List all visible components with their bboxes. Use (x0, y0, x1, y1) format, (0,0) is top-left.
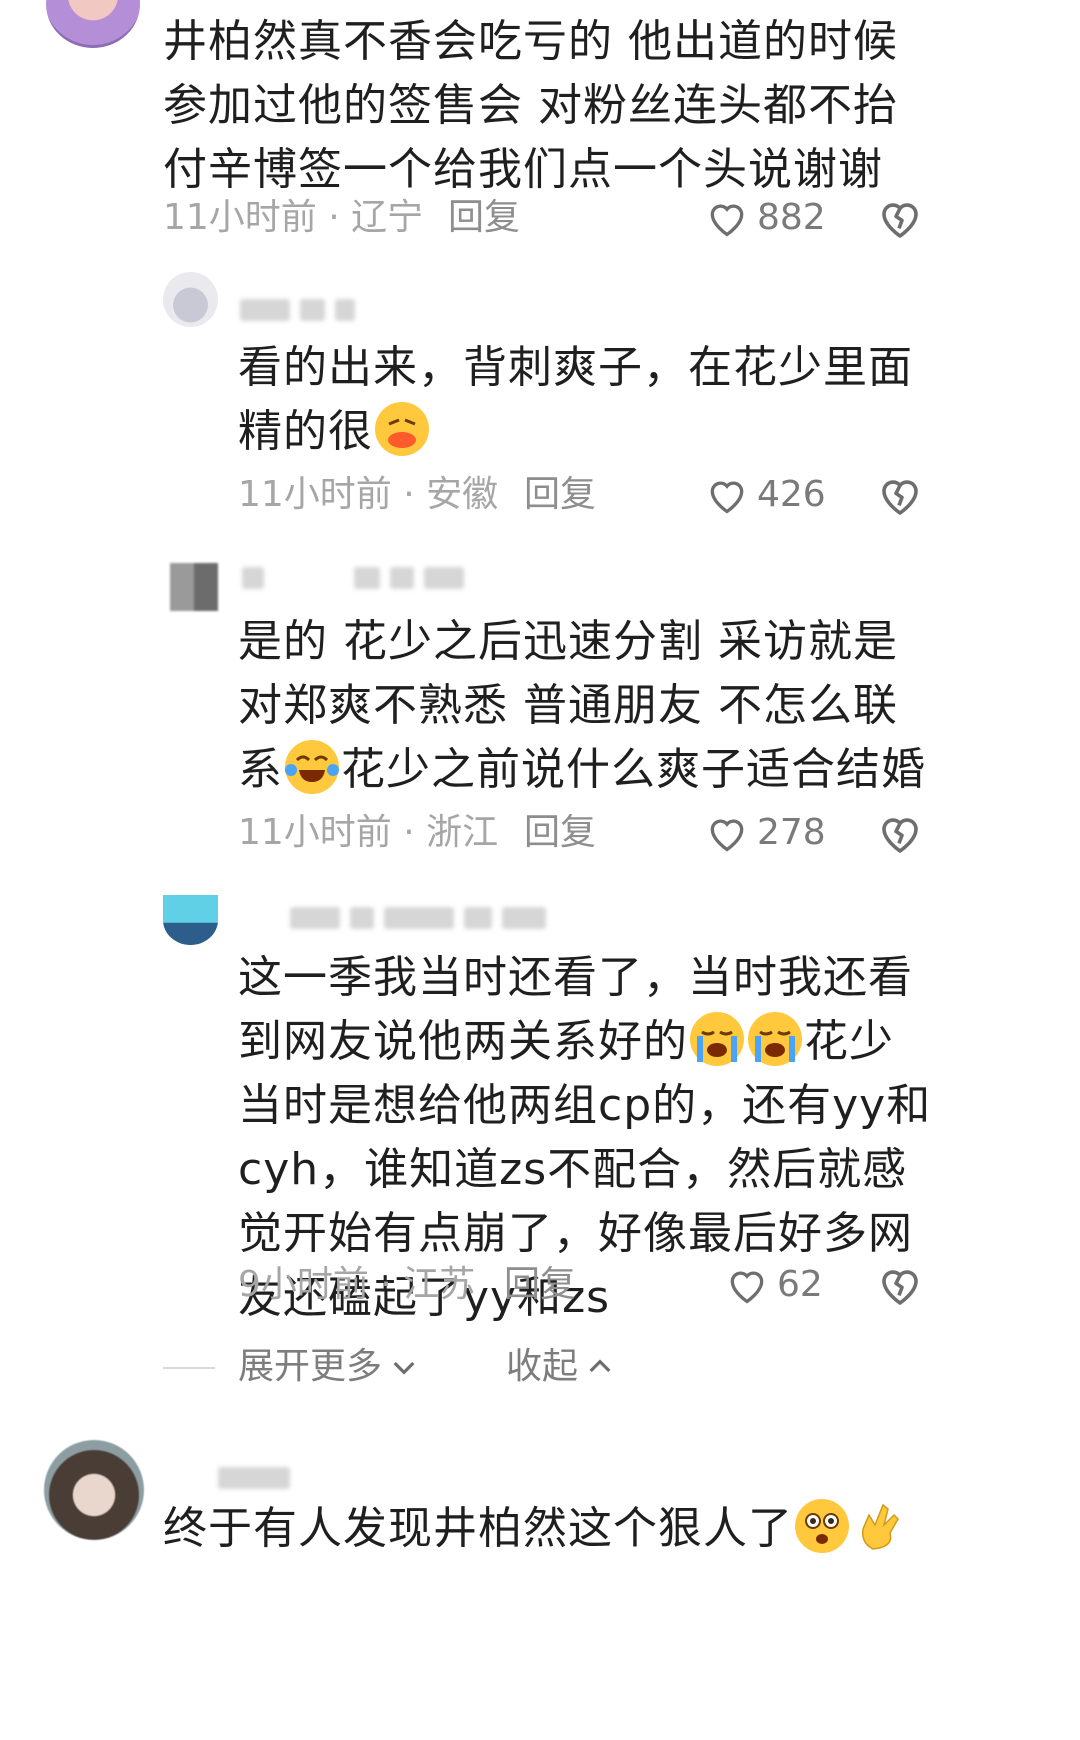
collapse-label: 收起 (506, 1346, 579, 1387)
ok-hand-emoji-icon (853, 1499, 907, 1553)
avatar[interactable] (170, 563, 218, 611)
like-button[interactable]: 426 (705, 470, 826, 520)
reply-button[interactable]: 回复 (524, 808, 596, 858)
smug-emoji-icon (375, 402, 429, 456)
reply-button[interactable]: 回复 (524, 470, 596, 520)
like-button[interactable]: 278 (705, 808, 826, 858)
heart-outline-icon (710, 481, 744, 514)
chevron-up-icon (589, 1359, 611, 1373)
like-count: 426 (757, 474, 826, 515)
username-blurred (218, 1465, 290, 1491)
reply-button[interactable]: 回复 (448, 193, 520, 243)
broken-heart-icon[interactable] (876, 194, 924, 242)
heart-outline-icon (730, 1271, 764, 1304)
like-button[interactable]: 882 (705, 193, 826, 243)
starstruck-emoji-icon (795, 1499, 849, 1553)
heart-outline-icon (710, 204, 744, 237)
avatar[interactable] (163, 272, 218, 327)
avatar[interactable] (163, 895, 218, 945)
comment-text-body: 终于有人发现井柏然这个狠人了 (163, 1503, 793, 1554)
like-count: 62 (777, 1264, 823, 1305)
comment-meta: 11小时前 · 浙江 (238, 812, 499, 853)
avatar[interactable] (46, 0, 140, 48)
comment-text: 终于有人发现井柏然这个狠人了 (163, 1497, 1063, 1561)
comment-text-body-2: 花少之前说什么爽子适合结婚 (341, 744, 926, 795)
comment-text-body: 看的出来，背刺爽子，在花少里面精的很 (238, 342, 913, 457)
expand-more-button[interactable]: 展开更多 (238, 1342, 420, 1392)
like-count: 882 (757, 197, 826, 238)
avatar[interactable] (44, 1440, 144, 1540)
username-blurred (242, 565, 464, 591)
reply-button[interactable]: 回复 (504, 1260, 576, 1310)
tears-of-joy-emoji-icon (285, 740, 339, 794)
like-button[interactable]: 62 (725, 1260, 823, 1310)
like-count: 278 (757, 812, 826, 853)
divider (163, 1367, 215, 1369)
broken-heart-icon[interactable] (876, 1261, 924, 1309)
heart-outline-icon (710, 819, 744, 852)
expand-more-label: 展开更多 (238, 1346, 383, 1387)
comment-text: 井柏然真不香会吃亏的 他出道的时候参加过他的签售会 对粉丝连头都不抬 付辛博签一… (163, 16, 898, 195)
chevron-down-icon (393, 1361, 415, 1375)
comment-meta: 11小时前 · 辽宁 (163, 197, 424, 238)
loudly-crying-emoji-icon (748, 1012, 802, 1066)
comment-text: 是的 花少之后迅速分割 采访就是对郑爽不熟悉 普通朋友 不怎么联系 花少之前说什… (238, 610, 938, 802)
loudly-crying-emoji-icon (690, 1012, 744, 1066)
comment-text: 看的出来，背刺爽子，在花少里面精的很 (238, 336, 938, 464)
collapse-button[interactable]: 收起 (506, 1342, 616, 1392)
broken-heart-icon[interactable] (876, 471, 924, 519)
username-blurred (240, 297, 355, 323)
broken-heart-icon[interactable] (876, 809, 924, 857)
username-blurred (290, 905, 546, 931)
comment-meta: 11小时前 · 安徽 (238, 474, 499, 515)
comment-meta: 9小时前 · 江苏 (238, 1264, 476, 1305)
